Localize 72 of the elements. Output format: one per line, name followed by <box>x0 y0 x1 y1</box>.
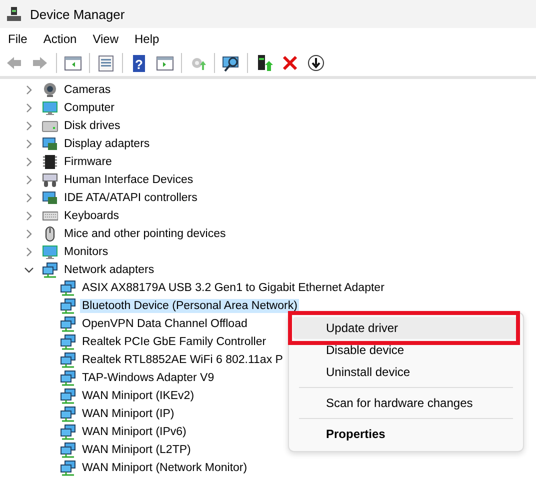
tree-item[interactable]: Network adapters <box>62 263 156 277</box>
tree-item[interactable]: Computer <box>62 101 116 115</box>
menu-item[interactable]: Disable device <box>293 339 519 361</box>
chip-icon <box>42 154 58 170</box>
app-icon <box>6 6 22 22</box>
collapsed-chevron-icon[interactable] <box>24 229 34 239</box>
tree-item[interactable]: Disk drives <box>62 119 122 133</box>
tree-item[interactable]: Keyboards <box>62 209 121 223</box>
tree-item[interactable]: Firmware <box>62 155 114 169</box>
menu-item[interactable]: File <box>0 32 36 46</box>
tree-item[interactable]: Bluetooth Device (Personal Area Network) <box>80 299 300 313</box>
network-computers-icon <box>60 280 76 296</box>
network-computers-icon <box>60 460 76 476</box>
tree-item[interactable]: IDE ATA/ATAPI controllers <box>62 191 200 205</box>
tree-item[interactable]: WAN Miniport (IKEv2) <box>80 389 196 403</box>
webcam-icon <box>42 82 58 98</box>
window-panel-icon[interactable] <box>156 54 174 72</box>
tree-item[interactable]: Cameras <box>62 83 113 97</box>
menu-item[interactable]: Action <box>35 32 85 46</box>
network-computers-icon <box>60 424 76 440</box>
tree-item[interactable]: TAP-Windows Adapter V9 <box>80 371 216 385</box>
tree-item[interactable]: Display adapters <box>62 137 152 151</box>
network-computers-icon <box>60 370 76 386</box>
collapsed-chevron-icon[interactable] <box>24 175 34 185</box>
tree-item[interactable]: WAN Miniport (Network Monitor) <box>80 461 250 475</box>
menu-item[interactable]: Help <box>126 32 168 46</box>
keyboard-mouse-icon <box>42 172 58 188</box>
collapsed-chevron-icon[interactable] <box>24 139 34 149</box>
network-computers-icon <box>60 388 76 404</box>
network-computers-icon <box>60 406 76 422</box>
expanded-chevron-icon[interactable] <box>24 265 34 275</box>
tree-item[interactable]: Human Interface Devices <box>62 173 196 187</box>
properties-icon[interactable] <box>97 54 115 72</box>
down-arrow-circle-icon[interactable] <box>307 54 325 72</box>
menu-item[interactable]: View <box>84 32 126 46</box>
window-title: Device Manager <box>30 6 125 22</box>
monitor-icon <box>42 100 58 116</box>
collapsed-chevron-icon[interactable] <box>24 103 34 113</box>
monitor-magnifier-icon[interactable] <box>222 54 240 72</box>
tree-item[interactable]: Monitors <box>62 245 110 259</box>
window-panel-icon[interactable] <box>64 54 82 72</box>
menu-item[interactable]: Update driver <box>293 317 519 339</box>
menu-item[interactable]: Uninstall device <box>293 361 519 383</box>
menu-item[interactable]: Scan for hardware changes <box>293 392 519 414</box>
tree-item[interactable]: WAN Miniport (IPv6) <box>80 425 188 439</box>
tree-item[interactable]: OpenVPN Data Channel Offload <box>80 317 250 331</box>
drive-icon <box>42 118 58 134</box>
collapsed-chevron-icon[interactable] <box>24 121 34 131</box>
network-computers-icon <box>42 262 58 278</box>
network-computers-icon <box>60 334 76 350</box>
tree-item[interactable]: ASIX AX88179A USB 3.2 Gen1 to Gigabit Ethernet Adapter <box>80 281 386 295</box>
network-computers-icon <box>60 316 76 332</box>
adapter-card-icon <box>42 136 58 152</box>
monitor-icon <box>42 244 58 260</box>
tree-item[interactable]: WAN Miniport (IP) <box>80 407 176 421</box>
tree-item[interactable]: Mice and other pointing devices <box>62 227 228 241</box>
collapsed-chevron-icon[interactable] <box>24 157 34 167</box>
tree-item[interactable]: Realtek PCIe GbE Family Controller <box>80 335 268 349</box>
device-arrow-icon[interactable] <box>255 54 273 72</box>
collapsed-chevron-icon[interactable] <box>24 193 34 203</box>
adapter-card-icon <box>42 190 58 206</box>
network-computers-icon <box>60 352 76 368</box>
help-icon[interactable]: ? <box>130 54 148 72</box>
x-mark-icon[interactable] <box>281 54 299 72</box>
tree-item[interactable]: Realtek RTL8852AE WiFi 6 802.11ax P <box>80 353 285 367</box>
network-computers-icon <box>60 442 76 458</box>
network-computers-icon <box>60 298 76 314</box>
menu-item[interactable]: Properties <box>293 423 519 445</box>
tree-item[interactable]: WAN Miniport (L2TP) <box>80 443 193 457</box>
collapsed-chevron-icon[interactable] <box>24 85 34 95</box>
collapsed-chevron-icon[interactable] <box>24 211 34 221</box>
collapsed-chevron-icon[interactable] <box>24 247 34 257</box>
